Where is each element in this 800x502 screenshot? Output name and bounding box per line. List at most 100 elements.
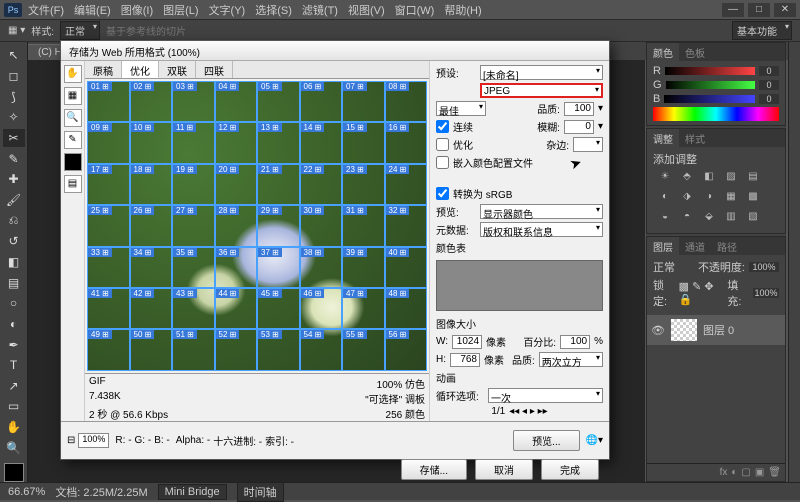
heal-tool[interactable]: ✚ [3,170,25,189]
stamp-tool[interactable]: ⎌ [3,211,25,230]
tab-styles[interactable]: 样式 [679,129,711,147]
eraser-tool[interactable]: ◧ [3,253,25,272]
adj-icon[interactable]: ⬙ [701,211,717,225]
folder-icon[interactable]: ▢ [741,467,750,478]
lock-icons[interactable]: ▩ ✎ ✥ 🔒 [679,280,724,306]
frame-nav[interactable]: ◂◂ ◂ ▸ ▸▸ [509,406,547,417]
opacity-value[interactable]: 100% [749,262,779,272]
r-slider[interactable] [665,67,755,75]
mask-icon[interactable]: ◐ [731,467,737,478]
pct-input[interactable]: 100 [560,335,590,349]
min-icon[interactable]: — [722,3,744,17]
browser-icon[interactable]: 🌐▾ [586,435,603,446]
blur-input[interactable]: 0 [564,120,594,134]
hand-icon[interactable]: ⊟ [67,435,75,446]
tab-optimized[interactable]: 优化 [122,61,159,78]
menu-type[interactable]: 文字(Y) [209,2,246,18]
preview-select[interactable]: 显示器颜色 [480,204,603,219]
tab-4up[interactable]: 四联 [196,61,233,78]
tab-swatches[interactable]: 色板 [679,43,711,61]
format-select[interactable]: JPEG [480,83,603,98]
menu-edit[interactable]: 编辑(E) [74,2,111,18]
workspace-select[interactable]: 基本功能 [732,21,792,40]
preset-select[interactable]: [未命名] [480,65,603,80]
icc-check[interactable] [436,156,449,169]
adj-icon[interactable]: ◓ [679,211,695,225]
menu-select[interactable]: 选择(S) [255,2,292,18]
dodge-tool[interactable]: ◐ [3,315,25,334]
save-button[interactable]: 存储... [401,459,467,480]
menu-image[interactable]: 图像(I) [121,2,153,18]
adj-icon[interactable]: ⬘ [679,171,695,185]
style-select[interactable]: 正常 [60,21,100,40]
close-icon[interactable]: ✕ [774,3,796,17]
menu-window[interactable]: 窗口(W) [395,2,435,18]
adj-icon[interactable]: ◒ [657,211,673,225]
brush-tool[interactable]: 🖌 [3,191,25,210]
layer-row[interactable]: 👁 图层 0 [647,315,785,345]
preview-button[interactable]: 预览... [513,430,579,451]
preview-area[interactable]: 01 ⊞02 ⊞03 ⊞04 ⊞05 ⊞06 ⊞07 ⊞08 ⊞09 ⊞10 ⊞… [87,81,427,371]
tab-channels[interactable]: 通道 [679,237,711,255]
layer-thumb[interactable] [671,319,697,341]
tab-paths[interactable]: 路径 [711,237,743,255]
tab-original[interactable]: 原稿 [85,61,122,78]
menu-view[interactable]: 视图(V) [348,2,385,18]
fx-icon[interactable]: fx [720,467,728,478]
stepper-icon[interactable]: ▾ [598,121,603,132]
new-icon[interactable]: ▣ [755,467,764,478]
hand-icon[interactable]: ✋ [64,65,82,83]
stepper-icon[interactable]: ▾ [598,103,603,114]
tab-2up[interactable]: 双联 [159,61,196,78]
adj-icon[interactable]: ◐ [657,191,673,205]
move-tool[interactable]: ↖ [3,46,25,65]
adj-icon[interactable]: ▨ [723,171,739,185]
max-icon[interactable]: □ [748,3,770,17]
quality-input[interactable]: 100 [564,102,594,116]
adj-icon[interactable]: ▧ [745,211,761,225]
menu-help[interactable]: 帮助(H) [444,2,481,18]
r-value[interactable]: 0 [759,66,779,76]
loop-select[interactable]: 一次 [488,388,603,403]
type-tool[interactable]: T [3,356,25,375]
progressive-check[interactable] [436,120,449,133]
trash-icon[interactable]: 🗑 [768,467,781,478]
cancel-button[interactable]: 取消 [475,459,533,480]
adj-icon[interactable]: ▦ [723,191,739,205]
menu-filter[interactable]: 滤镜(T) [302,2,338,18]
slice-vis-icon[interactable]: ▤ [64,175,82,193]
path-tool[interactable]: ↗ [3,377,25,396]
slice-select-icon[interactable]: ▦ [64,87,82,105]
eyedrop-icon[interactable]: ✎ [64,131,82,149]
width-input[interactable]: 1024 [452,335,482,349]
resample-select[interactable]: 两次立方 [539,352,603,367]
fill-value[interactable]: 100% [753,288,779,298]
crop-tool[interactable]: ✂ [3,129,25,148]
height-input[interactable]: 768 [450,353,480,367]
adj-icon[interactable]: ▤ [745,171,761,185]
layer-name[interactable]: 图层 0 [703,322,734,338]
adj-icon[interactable]: ◑ [701,191,717,205]
b-value[interactable]: 0 [759,94,779,104]
tab-color[interactable]: 颜色 [647,43,679,61]
blur-tool[interactable]: ○ [3,294,25,313]
fg-swatch[interactable] [4,463,24,482]
shape-tool[interactable]: ▭ [3,397,25,416]
history-brush-tool[interactable]: ↺ [3,232,25,251]
adj-icon[interactable]: ◧ [701,171,717,185]
adj-icon[interactable]: ⬗ [679,191,695,205]
color-table[interactable] [436,260,603,311]
marquee-tool[interactable]: ◻ [3,67,25,86]
tab-layers[interactable]: 图层 [647,237,679,255]
pen-tool[interactable]: ✒ [3,335,25,354]
tab-adjust[interactable]: 调整 [647,129,679,147]
menu-file[interactable]: 文件(F) [28,2,64,18]
zoom-icon[interactable]: 🔍 [64,109,82,127]
blend-mode[interactable]: 正常 [653,259,694,275]
adj-icon[interactable]: ☀ [657,171,673,185]
quality-preset[interactable]: 最佳 [436,101,486,116]
eyedrop-tool[interactable]: ✎ [3,149,25,168]
adj-icon[interactable]: ▥ [723,211,739,225]
eye-icon[interactable]: 👁 [651,324,665,337]
menu-layer[interactable]: 图层(L) [163,2,198,18]
